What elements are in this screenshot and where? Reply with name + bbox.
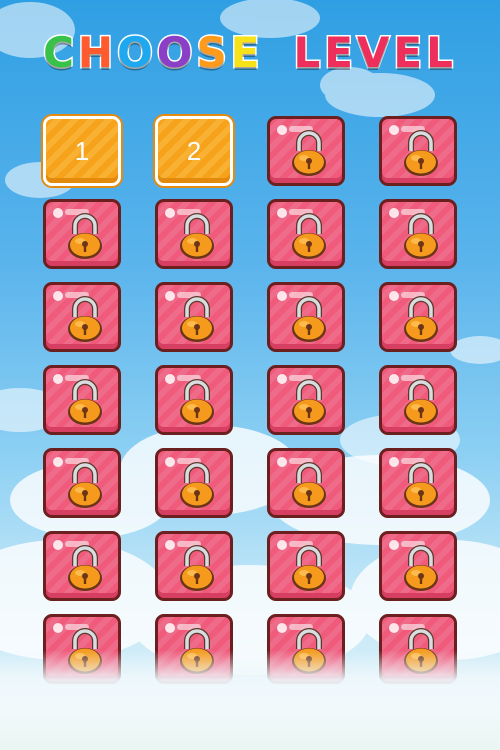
level-tile-locked[interactable] bbox=[43, 531, 121, 601]
padlock-icon bbox=[178, 378, 216, 426]
tile-shine bbox=[277, 208, 287, 218]
level-tile-locked[interactable] bbox=[379, 365, 457, 435]
title-letter: O bbox=[116, 26, 157, 78]
tile-shine bbox=[53, 208, 63, 218]
bottom-fade bbox=[0, 650, 500, 750]
tile-shine bbox=[277, 457, 287, 467]
level-tile-locked[interactable] bbox=[379, 199, 457, 269]
tile-shine bbox=[389, 208, 399, 218]
level-number: 2 bbox=[186, 135, 202, 166]
title-letter: E bbox=[229, 26, 264, 78]
tile-shine bbox=[277, 291, 287, 301]
level-tile-locked[interactable] bbox=[379, 116, 457, 186]
level-tile-locked[interactable] bbox=[267, 448, 345, 518]
tile-shine bbox=[165, 291, 175, 301]
tile-shine bbox=[277, 540, 287, 550]
padlock-icon bbox=[290, 461, 328, 509]
level-tile-locked[interactable] bbox=[379, 448, 457, 518]
tile-shine bbox=[389, 623, 399, 633]
padlock-icon bbox=[66, 295, 104, 343]
tile-shine bbox=[277, 623, 287, 633]
padlock-icon bbox=[402, 129, 440, 177]
tile-shine bbox=[53, 623, 63, 633]
tile-shine bbox=[389, 374, 399, 384]
tile-shine bbox=[277, 374, 287, 384]
level-number: 1 bbox=[74, 135, 90, 166]
tile-shine bbox=[53, 291, 63, 301]
tile-shine bbox=[165, 208, 175, 218]
tile-shine bbox=[277, 125, 287, 135]
padlock-icon bbox=[290, 295, 328, 343]
level-tile-locked[interactable] bbox=[267, 116, 345, 186]
title-letter: H bbox=[76, 26, 118, 78]
level-tile-locked[interactable] bbox=[267, 199, 345, 269]
title-letter: O bbox=[155, 26, 197, 78]
level-tile-locked[interactable] bbox=[43, 365, 121, 435]
padlock-icon bbox=[66, 544, 104, 592]
tile-shine bbox=[389, 125, 399, 135]
title-letter: C bbox=[42, 26, 78, 78]
level-tile-locked[interactable] bbox=[155, 282, 233, 352]
level-tile-locked[interactable] bbox=[43, 199, 121, 269]
level-grid: 12 bbox=[43, 116, 457, 684]
level-tile-locked[interactable] bbox=[379, 282, 457, 352]
tile-shine bbox=[53, 540, 63, 550]
tile-shine bbox=[165, 374, 175, 384]
tile-shine bbox=[389, 457, 399, 467]
tile-shine bbox=[165, 540, 175, 550]
padlock-icon bbox=[66, 378, 104, 426]
padlock-icon bbox=[402, 295, 440, 343]
tile-shine bbox=[389, 291, 399, 301]
page-title: C H O O S E LEVEL bbox=[0, 22, 500, 82]
padlock-icon bbox=[402, 212, 440, 260]
level-tile-locked[interactable] bbox=[155, 365, 233, 435]
padlock-icon bbox=[178, 212, 216, 260]
padlock-icon bbox=[402, 461, 440, 509]
level-tile-2[interactable]: 2 bbox=[155, 116, 233, 186]
level-tile-locked[interactable] bbox=[155, 448, 233, 518]
level-tile-locked[interactable] bbox=[267, 531, 345, 601]
tile-shine bbox=[165, 457, 175, 467]
level-tile-1[interactable]: 1 bbox=[43, 116, 121, 186]
level-tile-locked[interactable] bbox=[43, 448, 121, 518]
level-tile-locked[interactable] bbox=[155, 199, 233, 269]
padlock-icon bbox=[178, 461, 216, 509]
padlock-icon bbox=[66, 212, 104, 260]
level-tile-locked[interactable] bbox=[379, 531, 457, 601]
title-word-level: LEVEL bbox=[292, 26, 457, 78]
title-letter: S bbox=[195, 26, 231, 78]
padlock-icon bbox=[290, 544, 328, 592]
level-tile-locked[interactable] bbox=[267, 365, 345, 435]
tile-shine bbox=[53, 457, 63, 467]
tile-shine bbox=[165, 623, 175, 633]
tile-shine bbox=[389, 540, 399, 550]
tile-shine bbox=[53, 374, 63, 384]
padlock-icon bbox=[178, 295, 216, 343]
padlock-icon bbox=[178, 544, 216, 592]
padlock-icon bbox=[402, 544, 440, 592]
padlock-icon bbox=[290, 378, 328, 426]
padlock-icon bbox=[290, 129, 328, 177]
padlock-icon bbox=[66, 461, 104, 509]
level-tile-locked[interactable] bbox=[43, 282, 121, 352]
level-tile-locked[interactable] bbox=[155, 531, 233, 601]
level-tile-locked[interactable] bbox=[267, 282, 345, 352]
padlock-icon bbox=[290, 212, 328, 260]
padlock-icon bbox=[402, 378, 440, 426]
